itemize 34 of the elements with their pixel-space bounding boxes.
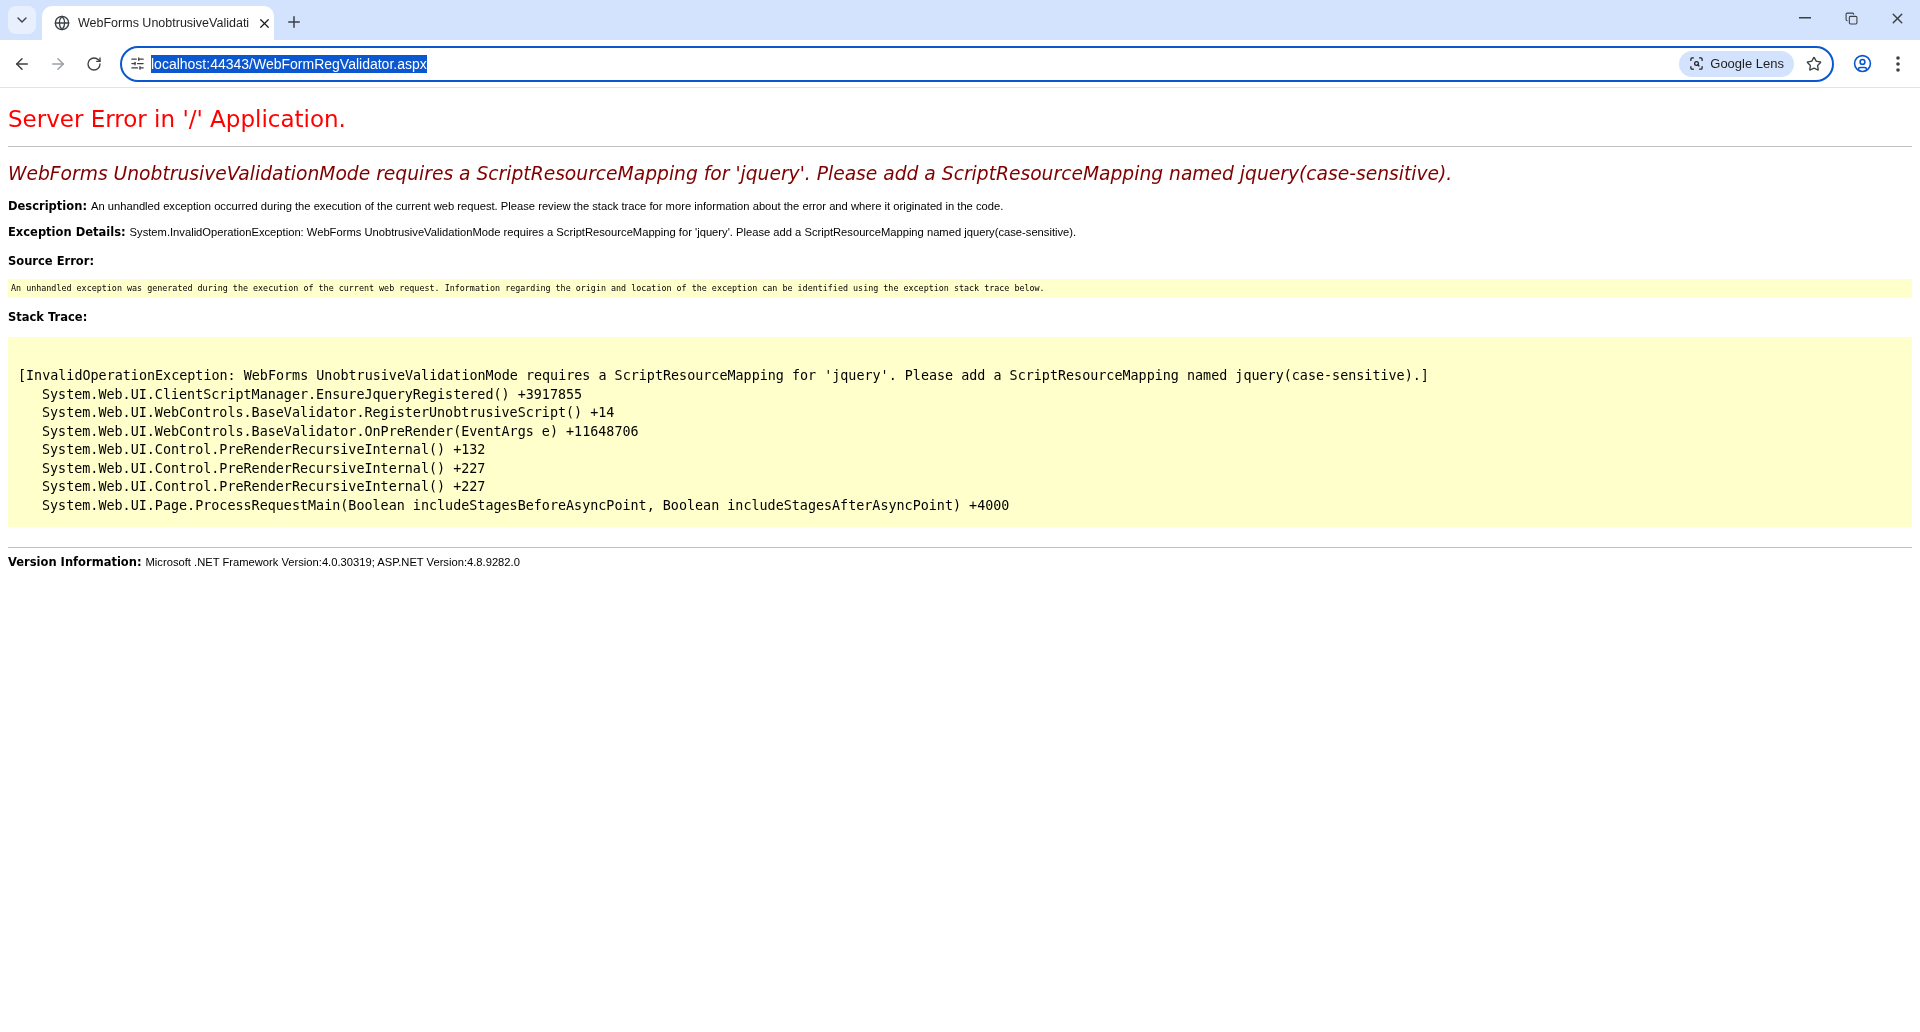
site-info-icon[interactable] bbox=[130, 56, 145, 71]
menu-icon bbox=[1896, 55, 1900, 72]
stack-trace-line: System.Web.UI.Control.PreRenderRecursiveInternal() +227 bbox=[41, 478, 487, 496]
stack-trace-line: System.Web.UI.WebControls.BaseValidator.RegisterUnobtrusiveScript() +14 bbox=[41, 404, 616, 422]
section-label: Stack Trace: bbox=[8, 310, 88, 324]
field-label: Exception Details: bbox=[8, 225, 126, 239]
globe-icon bbox=[54, 15, 70, 31]
minimize-icon bbox=[1799, 17, 1811, 19]
source-error-text: An unhandled exception was generated during the execution of the current web request. Information regarding the origin and location of the exception can be identified using the exception stack trace below. bbox=[8, 279, 1912, 298]
stack-trace-line: System.Web.UI.Control.PreRenderRecursiveInternal() +227 bbox=[41, 459, 487, 478]
lens-icon bbox=[1689, 56, 1705, 71]
address-bar[interactable]: localhost:44343/WebFormRegValidator.aspx Google Lens bbox=[120, 45, 1834, 82]
stack-trace-line: [InvalidOperationException: WebForms UnobtrusiveValidationMode requires a ScriptResourceMapping for 'jquery'. Please add a ScriptResourceMapping named jquery(case-sensitive).] bbox=[18, 367, 1430, 385]
version-text: Microsoft .NET Framework Version:4.0.30319; ASP.NET Version:4.8.9282.0 bbox=[145, 556, 520, 568]
browser-tab[interactable]: WebForms UnobtrusiveValidati bbox=[42, 6, 274, 40]
lens-button[interactable]: Google Lens bbox=[1679, 50, 1794, 77]
field-label: Version Information: bbox=[8, 555, 142, 569]
stack-trace-line: System.Web.UI.ClientScriptManager.EnsureJqueryRegistered() +3917855 bbox=[41, 385, 584, 404]
star-icon bbox=[1806, 55, 1822, 72]
exception-details-text: System.InvalidOperationException: WebForms UnobtrusiveValidationMode requires a ScriptResourceMapping for 'jquery'. Please add a ScriptResourceMapping named jquery(case-sensitive). bbox=[129, 226, 1077, 238]
stack-trace-line: System.Web.UI.Control.PreRenderRecursiveInternal() +132 bbox=[41, 441, 487, 459]
section-label: Source Error: bbox=[8, 254, 95, 268]
plus-icon bbox=[285, 13, 303, 31]
tab-list-button[interactable] bbox=[8, 6, 36, 34]
field-label: Description: bbox=[8, 199, 87, 213]
stack-trace-line: System.Web.UI.WebControls.BaseValidator.OnPreRender(EventArgs e) +11648706 bbox=[41, 422, 640, 441]
error-heading: WebForms UnobtrusiveValidationMode requires a ScriptResourceMapping for 'jquery'. Please add a ScriptResourceMapping named jquery(case-sensitive). bbox=[8, 162, 1454, 186]
page-title: Server Error in '/' Application. bbox=[8, 105, 347, 134]
restore-icon bbox=[1844, 11, 1858, 25]
reload-icon bbox=[86, 55, 102, 72]
stack-trace-line: System.Web.UI.Page.ProcessRequestMain(Boolean includeStagesBeforeAsyncPoint, Boolean includeStagesAfterAsyncPoint) +4000 bbox=[41, 496, 1011, 515]
profile-icon bbox=[1852, 54, 1872, 73]
description-text: An unhandled exception occurred during the execution of the current web request. Please review the stack trace for more information about the error and where it originated in the code. bbox=[91, 200, 1004, 212]
address-text: localhost:44343/WebFormRegValidator.aspx bbox=[151, 54, 427, 73]
